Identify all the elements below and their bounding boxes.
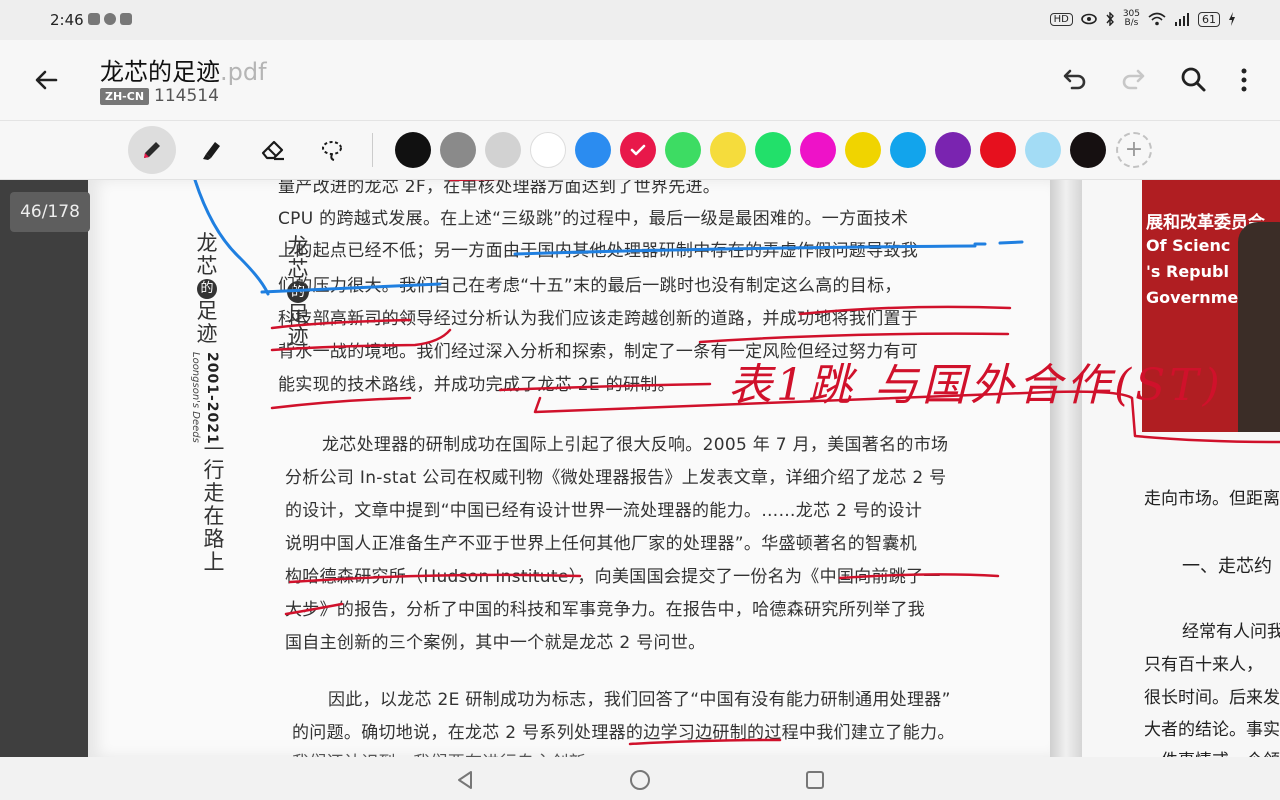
red-underline-stroke: [284, 602, 344, 616]
red-underline-stroke: [270, 328, 452, 352]
document-name: 龙芯的足迹: [100, 58, 220, 86]
notification-icons: [88, 13, 132, 25]
red-underline-stroke: [628, 738, 782, 746]
red-underline-stroke: [498, 382, 712, 392]
color-swatch[interactable]: [440, 132, 476, 168]
more-options-icon[interactable]: [1228, 64, 1260, 96]
highlighter-tool-button[interactable]: [188, 126, 236, 174]
blue-underline-stroke: [513, 244, 977, 256]
bluetooth-icon: [1106, 12, 1114, 26]
net-speed: 305 B/s: [1123, 10, 1140, 28]
undo-icon[interactable]: [1058, 64, 1090, 96]
app-bar: 龙芯的足迹.pdf ZH-CN 114514: [0, 40, 1280, 121]
back-arrow-icon[interactable]: [30, 64, 62, 96]
blue-underline-stroke: [260, 282, 442, 294]
blue-bracket-stroke: [193, 180, 270, 296]
status-time: 2:46: [50, 11, 84, 29]
red-underline-stroke: [270, 318, 412, 330]
red-underline-stroke: [270, 396, 412, 410]
pen-tool-button[interactable]: [128, 126, 176, 174]
document-title: 龙芯的足迹.pdf: [100, 52, 267, 87]
color-swatch[interactable]: [755, 132, 791, 168]
document-extension: .pdf: [220, 58, 267, 86]
eye-icon: [1081, 13, 1097, 25]
lasso-tool-button[interactable]: [308, 126, 356, 174]
language-badge: ZH-CN: [100, 88, 150, 105]
eraser-tool-button[interactable]: [248, 126, 296, 174]
red-underline-stroke: [838, 573, 1000, 580]
home-circle-icon[interactable]: [628, 768, 652, 792]
color-swatch[interactable]: [485, 132, 521, 168]
add-color-button[interactable]: +: [1116, 132, 1152, 168]
hd-icon: HD: [1049, 12, 1073, 26]
blue-dash-stroke: [973, 240, 1024, 246]
color-swatch[interactable]: [575, 132, 611, 168]
app-notification-icon: [120, 13, 132, 25]
net-speed-unit: B/s: [1124, 18, 1139, 28]
color-swatch[interactable]: [845, 132, 881, 168]
handwritten-note: 表1跳 与国外合作(ST): [728, 360, 1224, 411]
wifi-icon: [1148, 12, 1166, 26]
redo-icon[interactable]: [1118, 64, 1150, 96]
status-bar: 2:46 HD 305 B/s 61: [0, 0, 1280, 40]
color-swatch[interactable]: [980, 132, 1016, 168]
color-swatch[interactable]: [620, 132, 656, 168]
annotation-toolbar: +: [0, 121, 1280, 180]
color-swatch[interactable]: [1070, 132, 1106, 168]
signal-icon: [1175, 12, 1189, 26]
recents-square-icon[interactable]: [804, 769, 826, 791]
battery-icon: 61: [1198, 11, 1220, 27]
eraser-icon: [261, 140, 284, 161]
grid-notification-icon: [88, 13, 100, 25]
charging-icon: [1229, 12, 1235, 26]
color-swatch[interactable]: [1025, 132, 1061, 168]
toolbar-divider: [372, 133, 373, 167]
battery-level: 61: [1202, 12, 1216, 26]
color-swatch[interactable]: [710, 132, 746, 168]
lasso-icon: [322, 141, 342, 161]
system-nav-bar: [0, 757, 1280, 800]
check-icon: [630, 144, 646, 156]
color-swatch[interactable]: [395, 132, 431, 168]
page-indicator: 46/178: [10, 192, 90, 232]
color-swatch[interactable]: [935, 132, 971, 168]
color-swatch[interactable]: [665, 132, 701, 168]
pdf-viewer[interactable]: 龙 芯 的 足 迹 展和改革委员会 Of Scienc 's Republ Go…: [0, 180, 1280, 757]
color-swatch[interactable]: [530, 132, 566, 168]
red-underline-stroke: [798, 305, 1012, 316]
ink-annotations[interactable]: 表1跳 与国外合作(ST): [0, 180, 1280, 757]
red-underline-stroke: [288, 573, 582, 584]
chat-notification-icon: [104, 13, 116, 25]
highlighter-icon: [203, 142, 220, 160]
color-swatch[interactable]: [890, 132, 926, 168]
color-swatch[interactable]: [800, 132, 836, 168]
back-triangle-icon[interactable]: [454, 769, 476, 791]
status-right: HD 305 B/s 61: [1049, 10, 1236, 28]
pen-icon: [144, 142, 160, 158]
document-id: 114514: [154, 86, 219, 106]
search-icon[interactable]: [1178, 64, 1210, 96]
red-underline-stroke: [698, 332, 1010, 344]
